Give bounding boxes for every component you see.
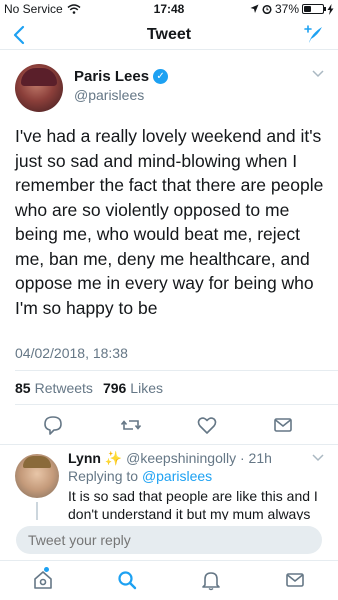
reply-icon[interactable]	[42, 414, 64, 436]
search-icon[interactable]	[116, 569, 138, 591]
reply-card[interactable]: Lynn ✨ @keepshiningolly · 21h Replying t…	[0, 450, 338, 522]
alarm-icon	[262, 4, 272, 14]
replying-label: Replying to	[68, 468, 139, 484]
sparkle-emoji: ✨	[104, 450, 123, 466]
divider	[15, 404, 338, 405]
location-icon	[250, 4, 259, 13]
retweet-icon[interactable]	[120, 414, 142, 436]
reply-text: It is so sad that people are like this a…	[68, 488, 318, 521]
reply-avatar[interactable]	[15, 454, 59, 498]
message-icon[interactable]	[272, 414, 294, 436]
tweet-text: I've had a really lovely weekend and it'…	[15, 126, 324, 318]
reply-input[interactable]	[16, 526, 322, 554]
home-icon[interactable]	[32, 569, 54, 591]
reply-author-handle[interactable]: @keepshiningolly	[126, 450, 236, 466]
battery-percent: 37%	[274, 2, 299, 16]
tweet-stats: 85 Retweets 796 Likes	[15, 380, 163, 396]
status-bar: No Service 17:48 37%	[0, 0, 338, 20]
nav-bar: Tweet	[0, 20, 338, 50]
avatar-hair	[23, 456, 51, 468]
likes-label[interactable]: Likes	[130, 380, 163, 396]
author-name-row[interactable]: Paris Lees ✓	[74, 68, 169, 85]
author-avatar[interactable]	[15, 64, 63, 112]
retweets-label[interactable]: Retweets	[35, 380, 93, 396]
status-right: 37%	[250, 2, 334, 16]
verified-icon: ✓	[153, 69, 169, 84]
tweet-header: Paris Lees ✓ @parislees	[0, 60, 338, 112]
page-title: Tweet	[146, 26, 192, 43]
likes-count[interactable]: 796	[103, 380, 126, 396]
battery-icon	[302, 4, 326, 14]
compose-bar	[0, 520, 338, 560]
like-icon[interactable]	[196, 414, 218, 436]
battery-level	[304, 6, 311, 12]
replying-to: Replying to @parislees	[68, 468, 212, 484]
retweets-count[interactable]: 85	[15, 380, 31, 396]
divider	[0, 444, 338, 445]
reply-time: 21h	[248, 450, 272, 466]
tweet-actions	[0, 410, 338, 440]
caret-down-icon[interactable]	[312, 454, 324, 462]
caret-down-icon[interactable]	[312, 70, 324, 78]
compose-icon[interactable]	[302, 24, 326, 46]
author-handle[interactable]: @parislees	[74, 87, 144, 103]
tweet-timestamp: 04/02/2018, 18:38	[15, 345, 128, 361]
notifications-icon[interactable]	[200, 569, 222, 591]
messages-icon[interactable]	[284, 569, 306, 591]
charging-icon	[327, 3, 334, 15]
reply-header: Lynn ✨ @keepshiningolly · 21h	[68, 450, 272, 467]
reply-separator: ·	[239, 450, 245, 466]
avatar-hair	[21, 68, 57, 86]
thread-line	[36, 502, 38, 522]
tab-bar	[0, 560, 338, 600]
replying-to-handle[interactable]: @parislees	[142, 468, 212, 484]
divider	[15, 370, 338, 371]
author-name: Paris Lees	[74, 68, 150, 85]
reply-author-name[interactable]: Lynn	[68, 450, 101, 466]
